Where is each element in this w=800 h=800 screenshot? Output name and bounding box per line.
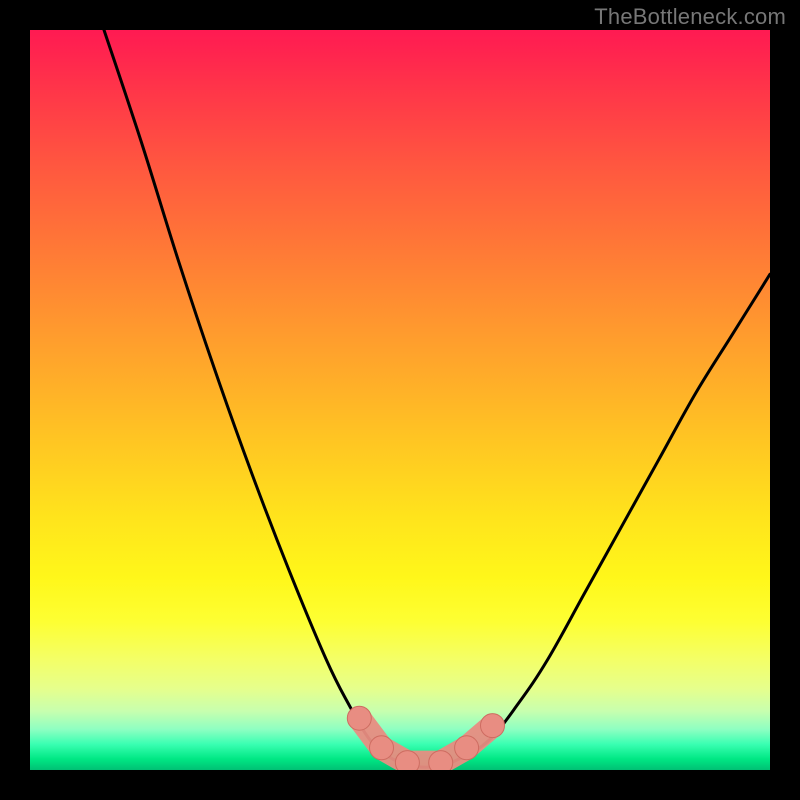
marker-point [347, 706, 371, 730]
chart-svg [30, 30, 770, 770]
marker-point [395, 751, 419, 770]
marker-point [429, 751, 453, 770]
marker-point [370, 736, 394, 760]
watermark-text: TheBottleneck.com [594, 4, 786, 30]
plot-area [30, 30, 770, 770]
marker-point [481, 714, 505, 738]
bottleneck-curve [104, 30, 770, 767]
marker-point [455, 736, 479, 760]
chart-frame: TheBottleneck.com [0, 0, 800, 800]
